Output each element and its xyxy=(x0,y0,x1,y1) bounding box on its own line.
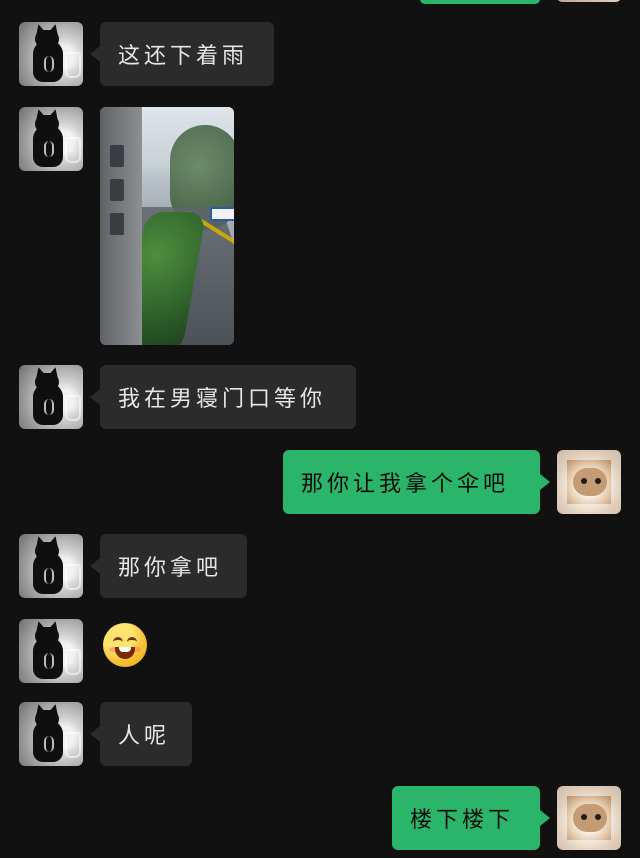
cat-collar xyxy=(44,653,54,669)
message-text: 楼下楼下 xyxy=(410,808,515,833)
message-text: 这还下着雨 xyxy=(118,44,249,69)
photo-sign xyxy=(210,207,234,221)
message-text: 人呢 xyxy=(118,724,171,749)
message-text: 我在男寝门口等你 xyxy=(118,387,327,412)
kitten-eye-left xyxy=(581,478,587,484)
contact-avatar[interactable] xyxy=(19,22,83,86)
photo-window xyxy=(110,213,124,235)
cat-collar xyxy=(44,568,54,584)
kitten-face xyxy=(573,468,607,496)
message-text: 那你拿吧 xyxy=(118,556,223,581)
kitten-eye-right xyxy=(595,814,601,820)
message-bubble-outgoing[interactable]: 楼下楼下 xyxy=(392,786,550,850)
glass-object xyxy=(65,137,81,163)
emoji-eye-right xyxy=(127,637,137,646)
rainy-street-photo[interactable] xyxy=(100,107,234,345)
cat-collar xyxy=(44,399,54,415)
message-row: 那你拿吧 xyxy=(0,534,640,600)
message-row: 人呢 xyxy=(0,702,640,768)
glass-object xyxy=(65,52,81,78)
photo-building xyxy=(100,107,142,345)
message-bubble-incoming[interactable]: 人呢 xyxy=(90,702,192,766)
contact-avatar[interactable] xyxy=(19,702,83,766)
avatar-partial[interactable] xyxy=(557,0,621,2)
message-bubble-incoming[interactable]: 那你拿吧 xyxy=(90,534,247,598)
message-row: 我在男寝门口等你 xyxy=(0,365,640,431)
message-bubble-incoming[interactable]: 这还下着雨 xyxy=(90,22,274,86)
message-row: 那你让我拿个伞吧 xyxy=(0,450,640,516)
message-row xyxy=(0,107,640,347)
contact-avatar[interactable] xyxy=(19,534,83,598)
message-text: 那你让我拿个伞吧 xyxy=(301,472,510,497)
cat-collar xyxy=(44,736,54,752)
message-row: 这还下着雨 xyxy=(0,22,640,88)
photo-window xyxy=(110,179,124,201)
user-avatar[interactable] xyxy=(557,786,621,850)
user-avatar[interactable] xyxy=(557,450,621,514)
emoji-teeth xyxy=(119,647,131,652)
message-row: 楼下楼下 xyxy=(0,786,640,852)
chat-thread: 这还下着雨 我在男寝门口等你 那你让我拿个伞吧 那你拿吧 人呢 楼下楼下 xyxy=(0,0,640,858)
message-bubble-outgoing[interactable]: 那你让我拿个伞吧 xyxy=(283,450,550,514)
glass-object xyxy=(65,564,81,590)
message-row xyxy=(0,619,640,685)
glass-object xyxy=(65,732,81,758)
contact-avatar[interactable] xyxy=(19,365,83,429)
message-bubble-incoming[interactable]: 我在男寝门口等你 xyxy=(90,365,356,429)
message-bubble-partial[interactable] xyxy=(420,0,540,4)
contact-avatar[interactable] xyxy=(19,107,83,171)
cat-collar xyxy=(44,141,54,157)
glass-object xyxy=(65,395,81,421)
grinning-face-emoji[interactable] xyxy=(103,623,147,667)
photo-window xyxy=(110,145,124,167)
contact-avatar[interactable] xyxy=(19,619,83,683)
kitten-face xyxy=(573,804,607,832)
kitten-eye-right xyxy=(595,478,601,484)
emoji-eye-left xyxy=(113,637,123,646)
glass-object xyxy=(65,649,81,675)
kitten-eye-left xyxy=(581,814,587,820)
cat-collar xyxy=(44,56,54,72)
